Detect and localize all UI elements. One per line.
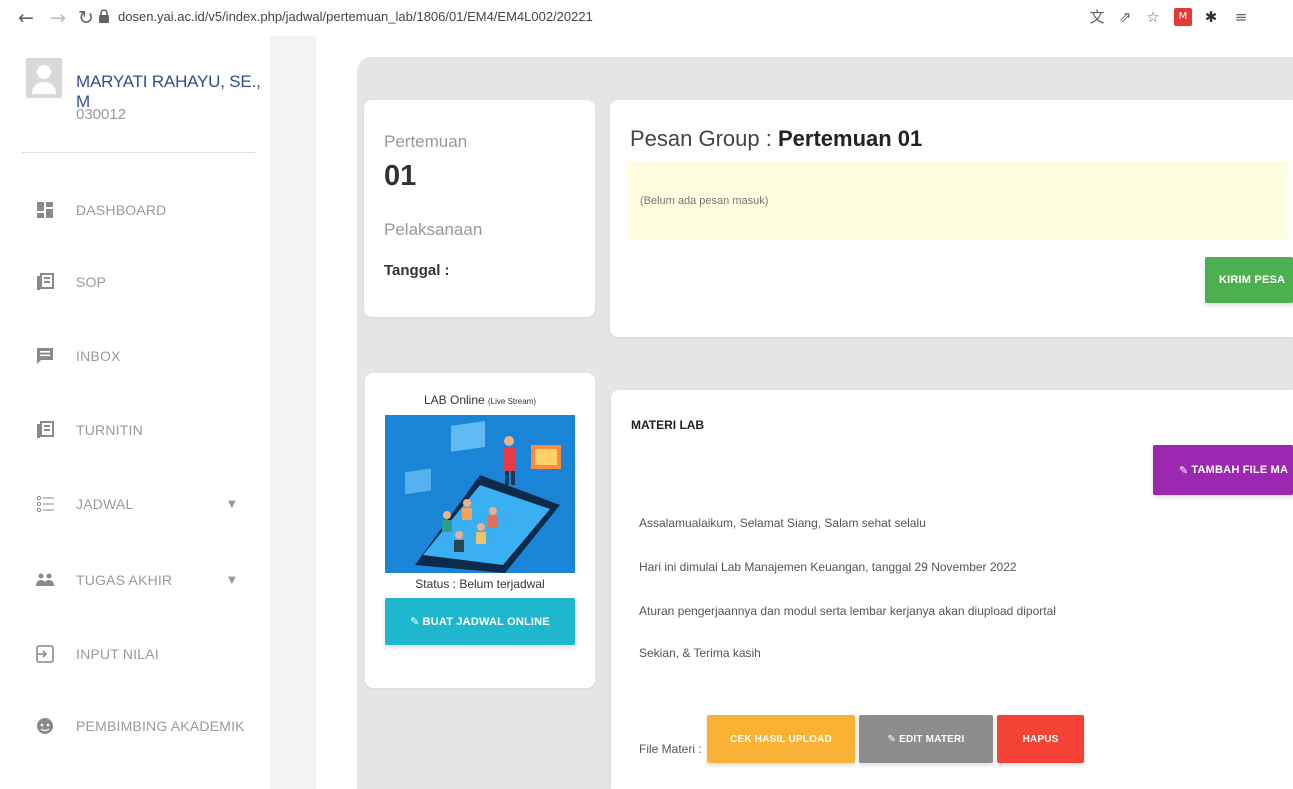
materi-lab-title: MATERI LAB [631,418,705,432]
sidebar-item-dashboard[interactable]: DASHBOARD [0,190,270,230]
materi-line: Aturan pengerjaannya dan modul serta lem… [639,604,1056,618]
cek-hasil-upload-button[interactable]: CEK HASIL UPLOAD [707,715,855,763]
address-bar[interactable]: dosen.yai.ac.id/v5/index.php/jadwal/pert… [118,9,593,24]
empty-message-text: (Belum ada pesan masuk) [640,195,769,207]
back-icon[interactable]: ← [18,6,34,30]
bookmark-star-icon[interactable]: ☆ [1144,8,1162,26]
share-icon[interactable]: ⇗ [1116,8,1134,26]
sidebar-item-jadwal[interactable]: JADWAL ▼ [0,484,270,524]
lock-icon [99,9,109,23]
sidebar-item-input-nilai[interactable]: INPUT NILAI [0,634,270,674]
sidebar-item-label: INBOX [76,348,121,364]
button-label: EDIT MATERI [899,733,965,745]
translate-icon[interactable]: 文 [1088,8,1106,26]
button-label: TAMBAH FILE MA [1191,464,1289,476]
pertemuan-number: 01 [384,160,417,192]
sidebar-item-sop[interactable]: SOP [0,262,270,302]
sidebar-item-tugas-akhir[interactable]: TUGAS AKHIR ▼ [0,560,270,600]
document-icon [37,421,54,438]
pencil-icon: ✎ [410,615,420,628]
sidebar-item-label: TUGAS AKHIR [76,572,173,588]
sidebar-item-label: INPUT NILAI [76,646,159,662]
pelaksanaan-label: Pelaksanaan [384,220,483,239]
tanggal-label: Tanggal : [384,262,450,279]
hapus-button[interactable]: HAPUS [997,715,1084,763]
input-icon [36,645,54,663]
materi-line: Assalamualaikum, Selamat Siang, Salam se… [639,516,926,530]
tambah-file-materi-button[interactable]: ✎ TAMBAH FILE MA [1153,445,1293,495]
file-materi-label: File Materi : [639,742,702,756]
extension-icon[interactable]: M [1174,8,1192,26]
pencil-icon: ✎ [1179,463,1189,477]
sidebar-item-label: PEMBIMBING AKADEMIK [76,718,245,734]
live-stream-illustration [385,415,575,573]
sidebar-item-label: JADWAL [76,496,134,512]
puzzle-icon[interactable]: ✱ [1202,8,1220,26]
edit-materi-button[interactable]: ✎ EDIT MATERI [859,715,993,763]
browser-toolbar: ← → ↻ dosen.yai.ac.id/v5/index.php/jadwa… [0,0,1293,36]
divider [22,152,255,153]
pencil-icon: ✎ [887,733,897,745]
sidebar-item-label: DASHBOARD [76,202,167,218]
dashboard-icon [37,202,53,218]
pesan-group-card: Pesan Group : Pertemuan 01 (Belum ada pe… [610,100,1293,337]
pesan-group-title: Pesan Group : Pertemuan 01 [630,126,922,152]
lab-online-card: LAB Online (Live Stream) Status : Belum … [365,373,595,688]
classroom-illustration-icon [385,415,575,573]
document-icon [37,273,54,290]
pesan-title-prefix: Pesan Group : [630,126,778,151]
button-label: BUAT JADWAL ONLINE [422,615,550,628]
reload-icon[interactable]: ↻ [78,6,94,30]
message-icon [37,348,53,364]
chevron-down-icon: ▼ [228,574,236,586]
reading-list-icon[interactable]: ≡ [1232,8,1250,26]
chevron-down-icon: ▼ [228,498,236,510]
people-icon [36,573,54,586]
avatar [26,58,62,98]
sidebar-item-inbox[interactable]: INBOX [0,336,270,376]
lab-online-title: LAB Online (Live Stream) [365,393,595,407]
sidebar-item-turnitin[interactable]: TURNITIN [0,410,270,450]
face-icon [37,718,53,734]
lab-online-subtitle: (Live Stream) [488,397,537,406]
pertemuan-card: Pertemuan 01 Pelaksanaan Tanggal : [364,100,595,317]
materi-line: Hari ini dimulai Lab Manajemen Keuangan,… [639,560,1017,574]
sidebar-edge [270,36,316,789]
materi-line: Sekian, & Terima kasih [639,646,761,660]
pesan-title-value: Pertemuan 01 [777,126,923,151]
message-box: (Belum ada pesan masuk) [628,162,1288,240]
lab-status-text: Status : Belum terjadwal [415,577,545,591]
materi-lab-card: MATERI LAB ✎ TAMBAH FILE MA Assalamualaik… [611,390,1293,789]
send-message-button[interactable]: KIRIM PESA [1205,257,1293,303]
user-icon [32,65,56,94]
buat-jadwal-online-button[interactable]: ✎ BUAT JADWAL ONLINE [385,598,575,645]
user-id: 030012 [76,106,127,123]
lab-online-title-text: LAB Online [423,393,485,407]
list-icon [36,495,54,513]
sidebar: MARYATI RAHAYU, SE., M 030012 DASHBOARD … [0,36,270,789]
sidebar-item-label: TURNITIN [76,422,143,438]
pertemuan-label: Pertemuan [384,132,468,151]
sidebar-item-label: SOP [76,274,107,290]
forward-icon[interactable]: → [50,6,66,30]
sidebar-item-pembimbing-akademik[interactable]: PEMBIMBING AKADEMIK [0,706,270,746]
